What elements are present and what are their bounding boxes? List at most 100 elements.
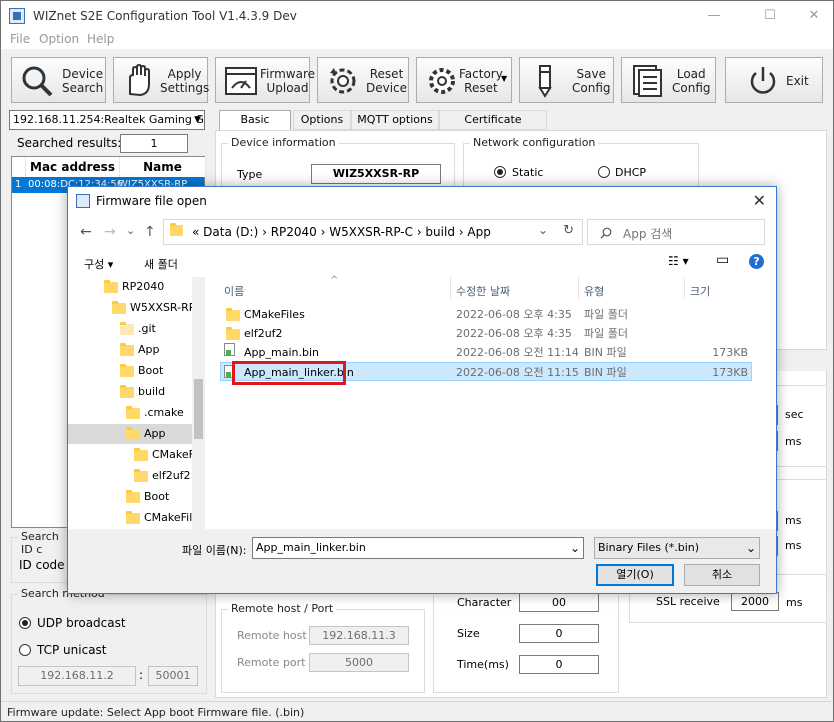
load-config-button[interactable]: Load Config (621, 57, 716, 103)
network-adapter-select[interactable]: 192.168.11.254:Realtek Gaming GbE ▼ (9, 110, 205, 130)
chevron-down-icon: ⌄ (745, 541, 756, 555)
preview-pane-icon[interactable]: ▭ (716, 252, 729, 268)
ssl-receive-unit: ms (786, 596, 803, 609)
exit-label: Exit (786, 74, 809, 88)
column-separator[interactable] (578, 277, 579, 299)
column-separator[interactable] (450, 277, 451, 299)
udp-broadcast-radio[interactable] (19, 617, 31, 629)
new-folder-button[interactable]: 새 폴더 (144, 256, 178, 272)
exit-button[interactable]: Exit (725, 57, 823, 103)
folder-icon (126, 406, 140, 419)
dialog-close-button[interactable]: ✕ (753, 191, 766, 210)
remote-host-group: Remote host / Port (221, 602, 425, 693)
file-row[interactable]: CMakeFiles 2022-06-08 오후 4:35 파일 폴더 (220, 305, 752, 324)
character-input[interactable]: 00 (519, 593, 599, 612)
dialog-footer: 파일 이름(N): App_main_linker.bin ⌄ Binary F… (68, 529, 776, 593)
help-icon[interactable]: ? (749, 254, 764, 269)
highlight-box (232, 361, 346, 385)
ssl-receive-input[interactable]: 2000 (731, 592, 779, 611)
recent-locations-icon[interactable]: ⌄ (126, 224, 135, 237)
save-config-button[interactable]: Save Config (519, 57, 614, 103)
maximize-button[interactable]: ☐ (761, 7, 779, 25)
view-options-icon[interactable]: ☷ ▾ (668, 254, 689, 268)
folder-tree[interactable]: RP2040 W5XXSR-RP- .git App Boot build .c… (68, 277, 205, 529)
column-date[interactable]: 수정한 날짜 (456, 283, 510, 299)
tree-item-label: Boot (138, 364, 164, 377)
forward-arrow-icon[interactable]: → (104, 224, 116, 240)
factory-reset-dropdown-icon[interactable]: ▼ (501, 74, 507, 83)
apply-settings-button[interactable]: Apply Settings (113, 57, 209, 103)
breadcrumb[interactable]: « Data (D:) › RP2040 › W5XXSR-RP-C › bui… (192, 225, 491, 239)
open-button[interactable]: 열기(O) (596, 564, 674, 586)
remote-port-input[interactable]: 5000 (309, 653, 409, 672)
tree-scrollbar-thumb[interactable] (194, 379, 203, 439)
menu-option[interactable]: Option (39, 32, 79, 46)
file-row[interactable]: App_main.bin 2022-06-08 오전 11:14 BIN 파일 … (220, 343, 752, 362)
unit-ms-label-3: ms (785, 539, 802, 552)
folder-icon (134, 469, 148, 482)
unit-ms-label-2: ms (785, 514, 802, 527)
up-arrow-icon[interactable]: ↑ (144, 224, 156, 240)
refresh-icon[interactable]: ↻ (563, 223, 574, 238)
folder-icon (126, 427, 140, 440)
address-dropdown-icon[interactable]: ⌄ (538, 223, 548, 237)
tree-scrollbar[interactable] (192, 277, 205, 529)
tab-certificate-manager[interactable]: Certificate manager (439, 110, 547, 144)
column-mac-header[interactable]: Mac address (26, 157, 120, 177)
minimize-button[interactable]: — (705, 7, 723, 25)
dialog-app-icon (76, 194, 90, 208)
unit-ms-label-1: ms (785, 435, 802, 448)
app-icon (9, 8, 25, 24)
unicast-port-input[interactable]: 50001 (148, 666, 198, 686)
status-text: Firmware update: Select App boot Firmwar… (7, 706, 305, 719)
tree-item-label: .git (138, 322, 156, 335)
unit-sec-label: sec (785, 408, 804, 421)
static-radio[interactable] (494, 166, 506, 178)
time-input[interactable]: 0 (519, 655, 599, 674)
column-size[interactable]: 크기 (690, 283, 710, 299)
factory-reset-label-2: Reset (464, 81, 498, 95)
file-list[interactable]: ^ 이름 수정한 날짜 유형 크기 CMakeFiles 2022-06-08 … (208, 275, 776, 529)
filename-input[interactable]: App_main_linker.bin ⌄ (252, 537, 584, 559)
search-box[interactable]: App 검색 (587, 219, 765, 245)
menu-file[interactable]: File (10, 32, 30, 46)
remote-host-input[interactable]: 192.168.11.3 (309, 626, 409, 645)
column-type[interactable]: 유형 (584, 283, 604, 299)
reset-gear-icon (330, 68, 356, 94)
tree-item-label: .cmake (144, 406, 184, 419)
column-name[interactable]: 이름 (224, 283, 244, 299)
tab-basic-settings[interactable]: Basic settings (219, 110, 291, 144)
reset-device-button[interactable]: Reset Device (317, 57, 409, 103)
column-name-header[interactable]: Name (120, 157, 206, 177)
column-separator[interactable] (684, 277, 685, 299)
reset-device-label-1: Reset (369, 67, 404, 81)
close-button[interactable]: ✕ (805, 7, 823, 25)
back-arrow-icon[interactable]: ← (80, 224, 92, 240)
cancel-button[interactable]: 취소 (684, 564, 760, 586)
tcp-unicast-radio[interactable] (19, 644, 31, 656)
unicast-ip-input[interactable]: 192.168.11.2 (18, 666, 136, 686)
tree-item-label: RP2040 (122, 280, 165, 293)
factory-reset-label-1: Factory (459, 67, 503, 81)
tab-options[interactable]: Options (293, 110, 351, 130)
menu-help[interactable]: Help (87, 32, 114, 46)
size-input[interactable]: 0 (519, 624, 599, 643)
factory-reset-button[interactable]: Factory Reset ▼ (416, 57, 512, 103)
chevron-down-icon[interactable]: ⌄ (570, 538, 580, 558)
toolbar: Device Search Apply Settings Firmware Uploa… (1, 49, 833, 107)
apply-settings-label-1: Apply (167, 67, 202, 81)
udp-broadcast-label: UDP broadcast (37, 616, 126, 630)
firmware-upload-button[interactable]: Firmware Upload (215, 57, 315, 103)
file-date: 2022-06-08 오후 4:35 (456, 327, 572, 340)
dialog-title: Firmware file open (96, 194, 207, 208)
dhcp-radio[interactable] (598, 166, 610, 178)
device-search-button[interactable]: Device Search (11, 57, 106, 103)
file-type-filter-select[interactable]: Binary Files (*.bin) ⌄ (594, 537, 760, 559)
tab-mqtt-options[interactable]: MQTT options (351, 110, 439, 130)
address-bar[interactable]: « Data (D:) › RP2040 › W5XXSR-RP-C › bui… (163, 219, 583, 245)
save-config-label-2: Config (572, 81, 611, 95)
load-config-label-2: Config (672, 81, 711, 95)
organize-button[interactable]: 구성 ▾ (84, 256, 113, 272)
file-row[interactable]: elf2uf2 2022-06-08 오후 4:35 파일 폴더 (220, 324, 752, 343)
tree-item-app-selected[interactable]: App (68, 424, 192, 444)
